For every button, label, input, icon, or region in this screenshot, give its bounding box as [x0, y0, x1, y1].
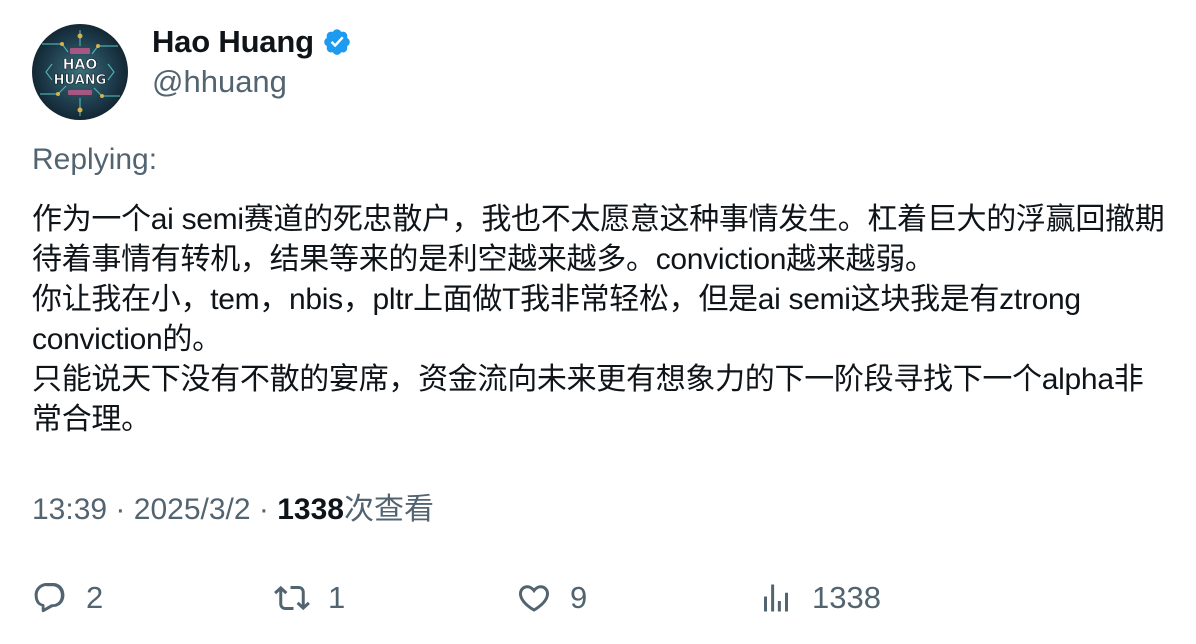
handle[interactable]: @hhuang: [152, 62, 352, 102]
views-button[interactable]: 1338: [758, 576, 881, 620]
display-name[interactable]: Hao Huang: [152, 24, 314, 60]
meta-separator-2: ·: [258, 493, 269, 526]
reply-icon: [32, 580, 68, 616]
tweet-meta: 13:39 · 2025/3/2 · 1338次查看: [32, 490, 434, 530]
avatar-text-line2: HUANG: [54, 73, 107, 88]
retweet-button[interactable]: 1: [274, 576, 345, 620]
tweet-time[interactable]: 13:39: [32, 493, 107, 526]
analytics-icon: [758, 580, 794, 616]
tweet-text: 作为一个ai semi赛道的死忠散户，我也不太愿意这种事情发生。杠着巨大的浮赢回…: [32, 203, 1165, 436]
heart-icon: [516, 580, 552, 616]
tweet-date[interactable]: 2025/3/2: [134, 493, 251, 526]
author-block: Hao Huang @hhuang: [152, 22, 352, 102]
views-label: 次查看: [343, 493, 434, 526]
verified-badge-icon[interactable]: [322, 27, 352, 57]
name-row: Hao Huang: [152, 22, 352, 62]
replying-label: Replying:: [32, 143, 158, 176]
retweet-count: 1: [328, 580, 346, 615]
reply-button[interactable]: 2: [32, 576, 103, 620]
reply-count: 2: [86, 580, 104, 615]
like-count: 9: [570, 580, 588, 615]
avatar[interactable]: HAO HUANG: [32, 24, 128, 120]
avatar-image: HAO HUANG: [32, 24, 128, 120]
views-count: 1338: [277, 493, 344, 526]
meta-separator-1: ·: [115, 493, 126, 526]
action-bar: 2 1 9 1338: [0, 576, 1196, 620]
avatar-text-line1: HAO: [63, 57, 98, 73]
like-button[interactable]: 9: [516, 576, 587, 620]
retweet-icon: [274, 580, 310, 616]
views-action-count: 1338: [812, 580, 881, 615]
